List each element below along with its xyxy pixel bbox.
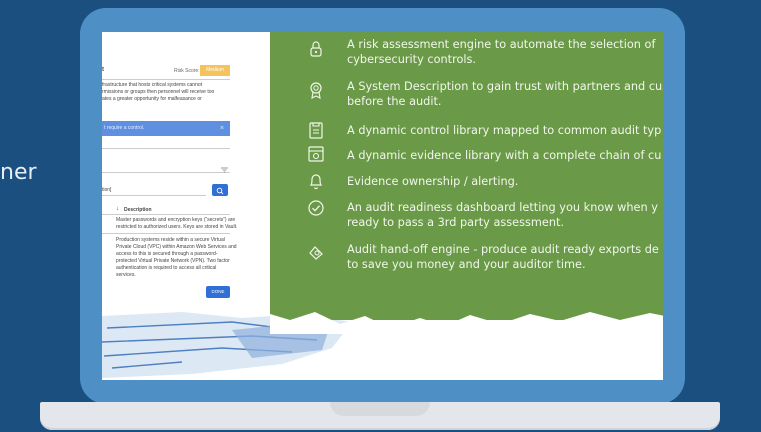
divider [102, 233, 230, 234]
row2-line-6: services. [116, 272, 136, 278]
feature-5-line-1: Evidence ownership / alerting. [347, 175, 519, 188]
column-header-description: Description [124, 207, 152, 213]
laptop-notch [330, 402, 430, 416]
risk-badge[interactable]: Medium [200, 65, 230, 76]
search-input[interactable]: tion] [102, 187, 111, 194]
clipboard-icon [309, 122, 323, 139]
feature-7-line-1: Audit hand-off engine - produce audit re… [347, 243, 659, 256]
divider [102, 214, 230, 215]
search-icon [216, 187, 224, 195]
desc-line-1: frastructure that hosts critical systems… [102, 82, 203, 88]
desc-line-2: rmissions or groups then personnel will … [102, 89, 215, 95]
feature-6-line-1: An audit readiness dashboard letting you… [347, 201, 658, 214]
laptop-screen: t Risk Score: Medium frastructure that h… [102, 32, 663, 380]
background-text: ner [0, 160, 37, 185]
row2-line-4: protected Virtual Private Network (VPN).… [116, 258, 230, 264]
alert-text: t require a control. [104, 125, 145, 131]
row2-line-3: access to this is secured through a pass… [116, 251, 218, 257]
feature-1-line-1: A risk assessment engine to automate the… [347, 38, 656, 51]
check-circle-icon [308, 200, 324, 216]
feature-3-line-1: A dynamic control library mapped to comm… [347, 124, 662, 137]
bell-icon [309, 174, 323, 190]
search-underline [102, 195, 206, 196]
handoff-icon [309, 246, 323, 260]
search-button[interactable] [212, 184, 228, 196]
feature-7-line-2: to save you money and your auditor time. [347, 258, 586, 271]
row1-line-2: restricted to authorized users. Keys are… [116, 224, 238, 230]
close-icon[interactable]: × [220, 121, 224, 136]
row1-line-1: Master passwords and encryption keys (“s… [116, 217, 236, 223]
row2-line-1: Production systems reside within a secur… [116, 237, 225, 243]
divider [102, 148, 230, 149]
feature-2-line-1: A System Description to gain trust with … [347, 80, 663, 93]
desc-line-3: ates a greater opportunity for malfeasan… [102, 96, 202, 102]
done-button[interactable]: DONE [206, 286, 230, 298]
feature-6-line-2: ready to pass a 3rd party assessment. [347, 216, 565, 229]
row2-line-2: Private Cloud (VPC) within Amazon Web Se… [116, 244, 237, 250]
divider [102, 172, 230, 173]
info-alert: t require a control. × [102, 121, 230, 136]
feature-1-line-2: cybersecurity controls. [347, 53, 476, 66]
lock-icon [310, 41, 322, 57]
filter-icon[interactable] [221, 160, 228, 173]
badge-icon [310, 82, 322, 99]
risk-score-label: Risk Score: [174, 68, 200, 74]
app-heading-fragment: t [102, 67, 104, 73]
evidence-icon [308, 146, 324, 162]
feature-4-line-1: A dynamic evidence library with a comple… [347, 149, 662, 162]
row2-line-5: authentication is required to access all… [116, 265, 217, 271]
sort-arrow-icon[interactable]: ↓ [116, 206, 119, 212]
divider [102, 79, 230, 80]
feature-2-line-2: before the audit. [347, 95, 442, 108]
